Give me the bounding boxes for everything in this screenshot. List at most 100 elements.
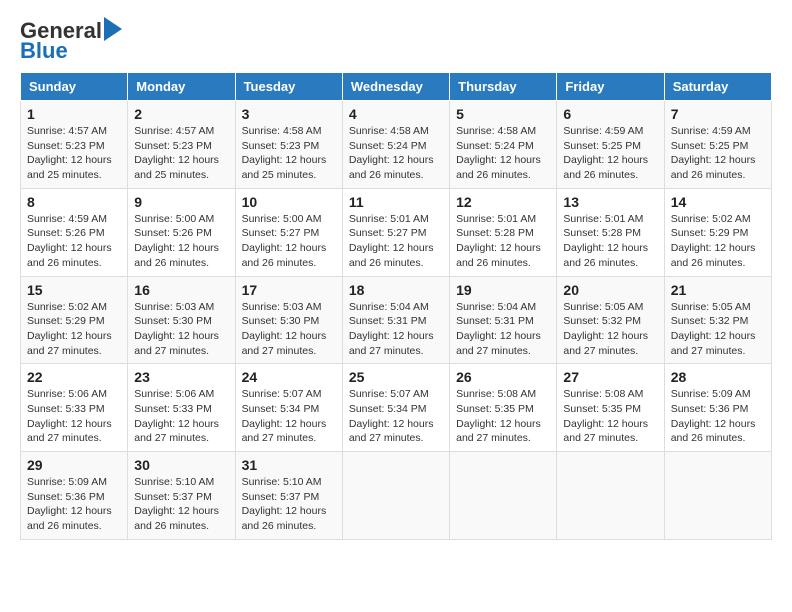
day-number: 14	[671, 194, 765, 210]
day-info: Sunrise: 4:59 AM Sunset: 5:25 PM Dayligh…	[563, 124, 657, 183]
day-number: 20	[563, 282, 657, 298]
calendar-cell: 29 Sunrise: 5:09 AM Sunset: 5:36 PM Dayli…	[21, 452, 128, 540]
calendar-cell: 3 Sunrise: 4:58 AM Sunset: 5:23 PM Daylig…	[235, 101, 342, 189]
day-info: Sunrise: 4:57 AM Sunset: 5:23 PM Dayligh…	[134, 124, 228, 183]
day-number: 2	[134, 106, 228, 122]
day-of-week-sunday: Sunday	[21, 73, 128, 101]
calendar-cell: 21 Sunrise: 5:05 AM Sunset: 5:32 PM Dayli…	[664, 276, 771, 364]
day-info: Sunrise: 5:06 AM Sunset: 5:33 PM Dayligh…	[27, 387, 121, 446]
calendar-cell: 31 Sunrise: 5:10 AM Sunset: 5:37 PM Dayli…	[235, 452, 342, 540]
calendar-cell: 5 Sunrise: 4:58 AM Sunset: 5:24 PM Daylig…	[450, 101, 557, 189]
day-number: 12	[456, 194, 550, 210]
day-info: Sunrise: 4:59 AM Sunset: 5:25 PM Dayligh…	[671, 124, 765, 183]
day-info: Sunrise: 4:59 AM Sunset: 5:26 PM Dayligh…	[27, 212, 121, 271]
calendar-cell: 4 Sunrise: 4:58 AM Sunset: 5:24 PM Daylig…	[342, 101, 449, 189]
day-number: 7	[671, 106, 765, 122]
day-number: 4	[349, 106, 443, 122]
day-info: Sunrise: 5:01 AM Sunset: 5:27 PM Dayligh…	[349, 212, 443, 271]
calendar-cell	[450, 452, 557, 540]
day-info: Sunrise: 5:10 AM Sunset: 5:37 PM Dayligh…	[134, 475, 228, 534]
day-info: Sunrise: 5:09 AM Sunset: 5:36 PM Dayligh…	[27, 475, 121, 534]
day-of-week-saturday: Saturday	[664, 73, 771, 101]
day-number: 11	[349, 194, 443, 210]
day-info: Sunrise: 5:05 AM Sunset: 5:32 PM Dayligh…	[563, 300, 657, 359]
day-number: 17	[242, 282, 336, 298]
calendar-header: SundayMondayTuesdayWednesdayThursdayFrid…	[21, 73, 772, 101]
calendar-cell: 16 Sunrise: 5:03 AM Sunset: 5:30 PM Dayli…	[128, 276, 235, 364]
calendar-cell: 6Sunrise: 4:59 AM Sunset: 5:25 PM Daylig…	[557, 101, 664, 189]
day-number: 21	[671, 282, 765, 298]
calendar-cell: 8 Sunrise: 4:59 AM Sunset: 5:26 PM Daylig…	[21, 188, 128, 276]
day-number: 19	[456, 282, 550, 298]
day-number: 8	[27, 194, 121, 210]
calendar-cell: 30Sunrise: 5:10 AM Sunset: 5:37 PM Dayli…	[128, 452, 235, 540]
logo: General Blue	[20, 20, 122, 62]
logo-text-blue: Blue	[20, 40, 68, 62]
week-row-2: 8 Sunrise: 4:59 AM Sunset: 5:26 PM Daylig…	[21, 188, 772, 276]
day-info: Sunrise: 4:57 AM Sunset: 5:23 PM Dayligh…	[27, 124, 121, 183]
day-info: Sunrise: 5:08 AM Sunset: 5:35 PM Dayligh…	[563, 387, 657, 446]
day-number: 29	[27, 457, 121, 473]
day-info: Sunrise: 5:04 AM Sunset: 5:31 PM Dayligh…	[456, 300, 550, 359]
day-info: Sunrise: 4:58 AM Sunset: 5:24 PM Dayligh…	[456, 124, 550, 183]
day-info: Sunrise: 4:58 AM Sunset: 5:24 PM Dayligh…	[349, 124, 443, 183]
day-number: 15	[27, 282, 121, 298]
day-number: 25	[349, 369, 443, 385]
day-info: Sunrise: 5:01 AM Sunset: 5:28 PM Dayligh…	[563, 212, 657, 271]
calendar-cell: 19 Sunrise: 5:04 AM Sunset: 5:31 PM Dayli…	[450, 276, 557, 364]
calendar-cell: 9 Sunrise: 5:00 AM Sunset: 5:26 PM Daylig…	[128, 188, 235, 276]
calendar-table: SundayMondayTuesdayWednesdayThursdayFrid…	[20, 72, 772, 540]
page-header: General Blue	[20, 20, 772, 62]
day-info: Sunrise: 5:07 AM Sunset: 5:34 PM Dayligh…	[349, 387, 443, 446]
day-number: 10	[242, 194, 336, 210]
day-info: Sunrise: 5:10 AM Sunset: 5:37 PM Dayligh…	[242, 475, 336, 534]
calendar-cell: 26Sunrise: 5:08 AM Sunset: 5:35 PM Dayli…	[450, 364, 557, 452]
day-info: Sunrise: 5:00 AM Sunset: 5:27 PM Dayligh…	[242, 212, 336, 271]
calendar-cell: 24 Sunrise: 5:07 AM Sunset: 5:34 PM Dayli…	[235, 364, 342, 452]
day-number: 5	[456, 106, 550, 122]
day-of-week-monday: Monday	[128, 73, 235, 101]
week-row-1: 1 Sunrise: 4:57 AM Sunset: 5:23 PM Daylig…	[21, 101, 772, 189]
calendar-cell: 20 Sunrise: 5:05 AM Sunset: 5:32 PM Dayli…	[557, 276, 664, 364]
calendar-cell: 14 Sunrise: 5:02 AM Sunset: 5:29 PM Dayli…	[664, 188, 771, 276]
day-of-week-thursday: Thursday	[450, 73, 557, 101]
calendar-cell: 10 Sunrise: 5:00 AM Sunset: 5:27 PM Dayli…	[235, 188, 342, 276]
week-row-5: 29 Sunrise: 5:09 AM Sunset: 5:36 PM Dayli…	[21, 452, 772, 540]
day-number: 13	[563, 194, 657, 210]
calendar-cell: 15Sunrise: 5:02 AM Sunset: 5:29 PM Dayli…	[21, 276, 128, 364]
day-info: Sunrise: 5:09 AM Sunset: 5:36 PM Dayligh…	[671, 387, 765, 446]
logo-arrow-icon	[104, 17, 122, 41]
day-of-week-friday: Friday	[557, 73, 664, 101]
calendar-cell: 13 Sunrise: 5:01 AM Sunset: 5:28 PM Dayli…	[557, 188, 664, 276]
calendar-cell	[342, 452, 449, 540]
calendar-cell: 7 Sunrise: 4:59 AM Sunset: 5:25 PM Daylig…	[664, 101, 771, 189]
day-number: 3	[242, 106, 336, 122]
calendar-cell: 1 Sunrise: 4:57 AM Sunset: 5:23 PM Daylig…	[21, 101, 128, 189]
day-number: 1	[27, 106, 121, 122]
day-info: Sunrise: 4:58 AM Sunset: 5:23 PM Dayligh…	[242, 124, 336, 183]
calendar-cell	[557, 452, 664, 540]
day-info: Sunrise: 5:05 AM Sunset: 5:32 PM Dayligh…	[671, 300, 765, 359]
day-number: 24	[242, 369, 336, 385]
day-of-week-tuesday: Tuesday	[235, 73, 342, 101]
day-number: 16	[134, 282, 228, 298]
day-info: Sunrise: 5:02 AM Sunset: 5:29 PM Dayligh…	[671, 212, 765, 271]
calendar-cell: 17Sunrise: 5:03 AM Sunset: 5:30 PM Dayli…	[235, 276, 342, 364]
day-number: 31	[242, 457, 336, 473]
day-number: 23	[134, 369, 228, 385]
day-info: Sunrise: 5:04 AM Sunset: 5:31 PM Dayligh…	[349, 300, 443, 359]
day-number: 9	[134, 194, 228, 210]
week-row-4: 22 Sunrise: 5:06 AM Sunset: 5:33 PM Dayli…	[21, 364, 772, 452]
day-info: Sunrise: 5:07 AM Sunset: 5:34 PM Dayligh…	[242, 387, 336, 446]
day-number: 22	[27, 369, 121, 385]
calendar-cell: 28Sunrise: 5:09 AM Sunset: 5:36 PM Dayli…	[664, 364, 771, 452]
calendar-cell: 27Sunrise: 5:08 AM Sunset: 5:35 PM Dayli…	[557, 364, 664, 452]
week-row-3: 15Sunrise: 5:02 AM Sunset: 5:29 PM Dayli…	[21, 276, 772, 364]
day-info: Sunrise: 5:03 AM Sunset: 5:30 PM Dayligh…	[134, 300, 228, 359]
calendar-cell	[664, 452, 771, 540]
calendar-cell: 2 Sunrise: 4:57 AM Sunset: 5:23 PM Daylig…	[128, 101, 235, 189]
day-info: Sunrise: 5:00 AM Sunset: 5:26 PM Dayligh…	[134, 212, 228, 271]
calendar-cell: 22 Sunrise: 5:06 AM Sunset: 5:33 PM Dayli…	[21, 364, 128, 452]
day-of-week-wednesday: Wednesday	[342, 73, 449, 101]
day-info: Sunrise: 5:01 AM Sunset: 5:28 PM Dayligh…	[456, 212, 550, 271]
